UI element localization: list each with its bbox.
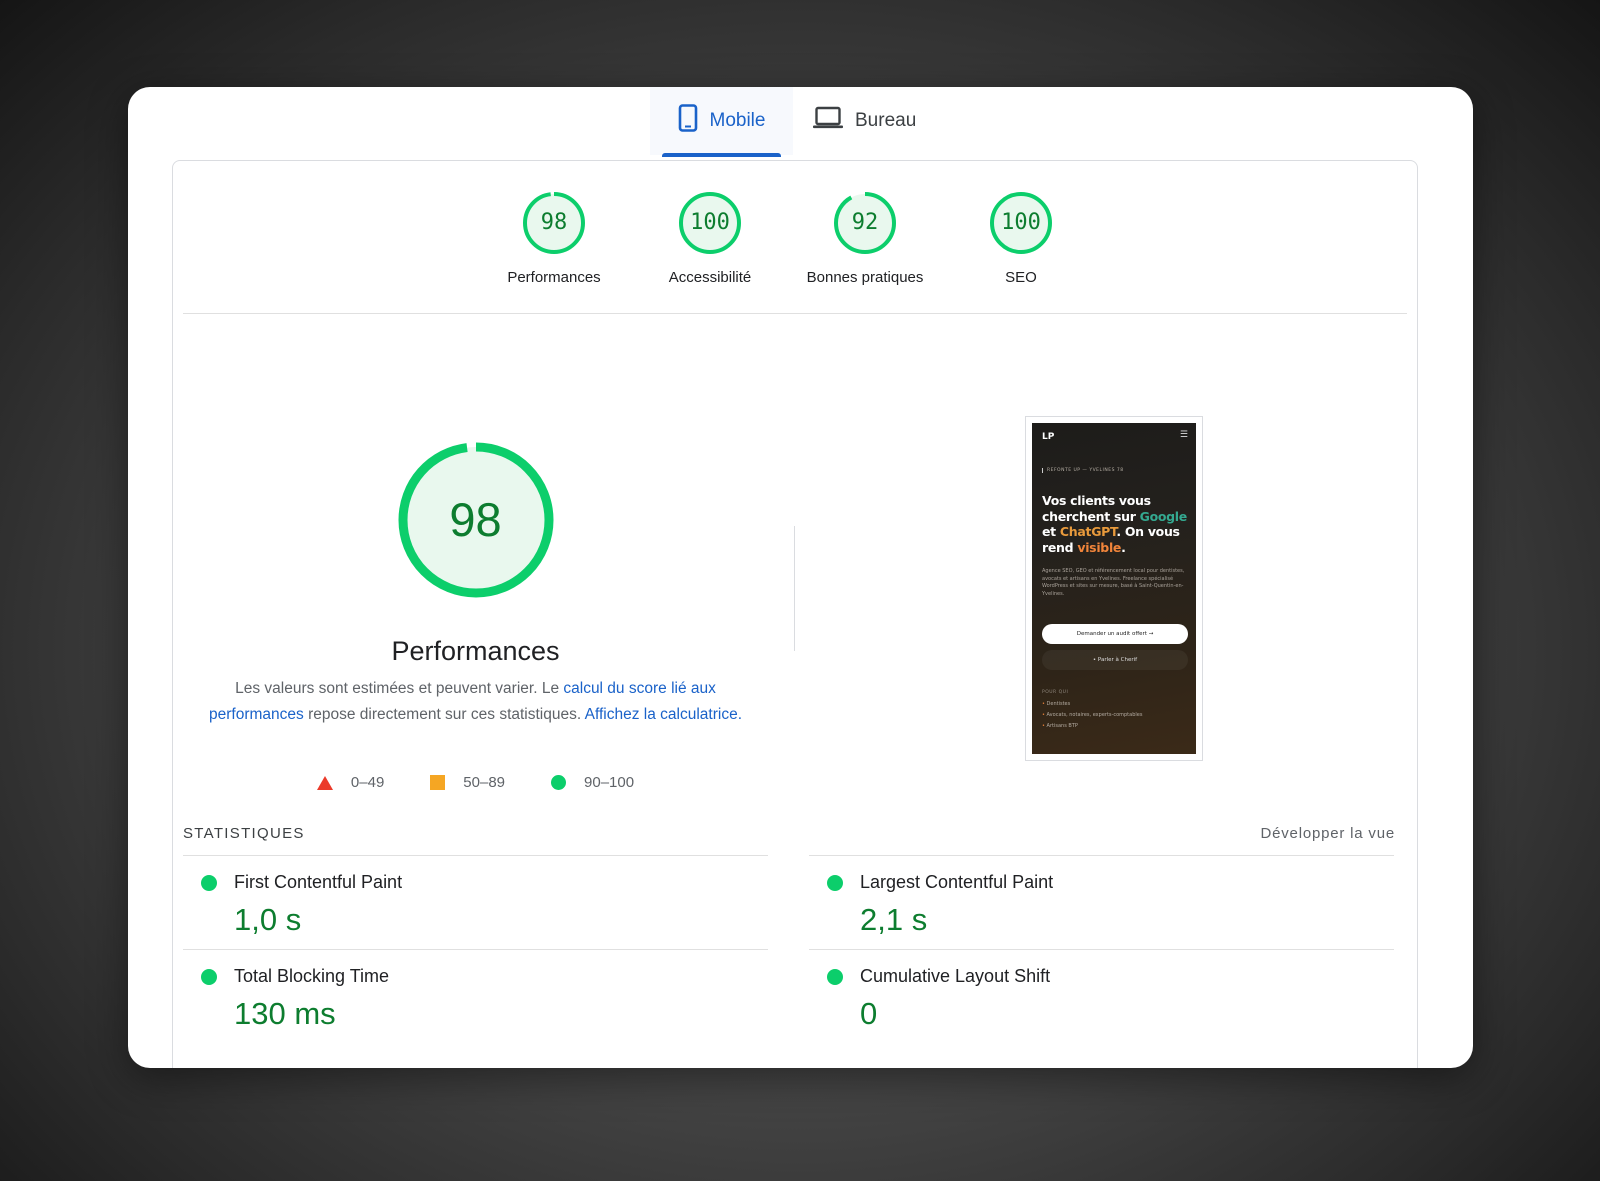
headline-text: Vos clients vous cherchent sur <box>1042 493 1151 524</box>
laptop-icon <box>813 106 843 136</box>
legend-pass: 90–100 <box>551 774 634 791</box>
mobile-page-preview: LP ☰ REFONTE UP — YVELINES 78 Vos client… <box>1032 423 1196 754</box>
legend-fail-label: 0–49 <box>350 774 385 791</box>
gauge-label: Accessibilité <box>668 269 752 286</box>
performance-title: Performances <box>391 636 560 666</box>
red-triangle-icon <box>316 775 333 790</box>
green-circle-icon <box>201 969 217 985</box>
orange-square-icon <box>430 775 446 790</box>
metric-value: 0 <box>860 996 878 1031</box>
metric-cls: Cumulative Layout Shift 0 <box>809 949 1394 1042</box>
pagespeed-card: Mobile Bureau 98 Performances 100 Access… <box>128 87 1473 1068</box>
green-circle-icon <box>827 969 843 985</box>
gauge-label: Bonnes pratiques <box>806 269 924 286</box>
preview-kicker: REFONTE UP — YVELINES 78 <box>1042 468 1124 473</box>
tab-mobile-label: Mobile <box>709 110 766 131</box>
report-panel: 98 Performances 100 Accessibilité 92 Bon… <box>172 160 1418 1068</box>
preview-list: Dentistes Avocats, notaires, experts-com… <box>1042 699 1143 732</box>
desc-text: Les valeurs sont estimées et peuvent var… <box>235 680 564 697</box>
metric-value: 2,1 s <box>860 902 928 937</box>
expand-view-toggle[interactable]: Développer la vue <box>1260 825 1395 842</box>
green-circle-icon <box>827 875 843 891</box>
headline-visible: visible <box>1077 539 1122 555</box>
gauge-score: 92 <box>851 210 879 235</box>
metric-name: Total Blocking Time <box>234 966 390 986</box>
gauge-score: 100 <box>1001 210 1041 235</box>
list-item: Avocats, notaires, experts-comptables <box>1042 710 1143 721</box>
metric-lcp: Largest Contentful Paint 2,1 s <box>809 855 1394 948</box>
gauge-label: Performances <box>507 269 601 286</box>
legend-pass-label: 90–100 <box>584 774 635 791</box>
gauge-score: 98 <box>540 210 568 235</box>
performance-description: Les valeurs sont estimées et peuvent var… <box>203 676 748 727</box>
headline-google: Google <box>1139 508 1188 524</box>
list-item: Dentistes <box>1042 699 1142 710</box>
tab-desktop-label: Bureau <box>855 110 917 131</box>
preview-headline: Vos clients vous cherchent sur Google et… <box>1042 493 1192 555</box>
green-circle-icon <box>551 775 567 790</box>
headline-text: et <box>1042 524 1060 539</box>
green-circle-icon <box>201 875 217 891</box>
smartphone-icon <box>678 104 698 138</box>
preview-section-label: POUR QUI <box>1042 690 1069 695</box>
final-screenshot[interactable]: LP ☰ REFONTE UP — YVELINES 78 Vos client… <box>1025 416 1203 761</box>
category-gauges: 98 Performances 100 Accessibilité 92 Bon… <box>173 161 1417 313</box>
preview-primary-button: Demander un audit offert → <box>1042 624 1188 644</box>
gauge-score: 100 <box>690 210 730 235</box>
device-tabs: Mobile Bureau <box>128 87 1473 157</box>
desc-text: repose directement sur ces statistiques. <box>303 705 585 723</box>
tab-mobile[interactable]: Mobile <box>650 87 793 157</box>
gauge-performance[interactable]: 98 Performances <box>479 191 629 286</box>
metric-name: Largest Contentful Paint <box>860 872 1054 892</box>
gauge-best-practices[interactable]: 92 Bonnes pratiques <box>790 191 940 286</box>
headline-chatgpt: ChatGPT <box>1059 524 1117 539</box>
score-legend: 0–49 50–89 90–100 <box>173 774 778 791</box>
metric-fcp: First Contentful Paint 1,0 s <box>183 855 768 948</box>
tab-desktop[interactable]: Bureau <box>813 87 916 155</box>
vertical-divider <box>794 526 795 651</box>
preview-copy: Agence SEO, GEO et référencement local p… <box>1042 568 1185 597</box>
legend-average-label: 50–89 <box>463 774 506 791</box>
metric-name: Cumulative Layout Shift <box>860 966 1051 986</box>
metric-name: First Contentful Paint <box>234 872 403 892</box>
metric-tbt: Total Blocking Time 130 ms <box>183 949 768 1042</box>
gauge-accessibility[interactable]: 100 Accessibilité <box>635 191 785 286</box>
performance-score: 98 <box>449 493 502 546</box>
statistics-heading: STATISTIQUES <box>183 825 305 842</box>
gauge-seo[interactable]: 100 SEO <box>946 191 1096 286</box>
gauge-label: SEO <box>1005 269 1037 286</box>
hamburger-menu-icon: ☰ <box>1179 430 1188 440</box>
metric-value: 1,0 s <box>234 902 302 937</box>
site-logo: LP <box>1042 432 1055 442</box>
calculator-link[interactable]: Affichez la calculatrice. <box>585 706 742 723</box>
divider <box>183 313 1407 314</box>
metric-value: 130 ms <box>234 996 336 1031</box>
legend-fail: 0–49 <box>316 774 385 791</box>
legend-average: 50–89 <box>430 774 505 791</box>
preview-secondary-button: • Parler à Cherif <box>1042 650 1188 670</box>
performance-gauge-large: 98 <box>173 441 778 599</box>
list-item: Artisans BTP <box>1042 721 1142 732</box>
headline-text: . <box>1121 539 1126 555</box>
